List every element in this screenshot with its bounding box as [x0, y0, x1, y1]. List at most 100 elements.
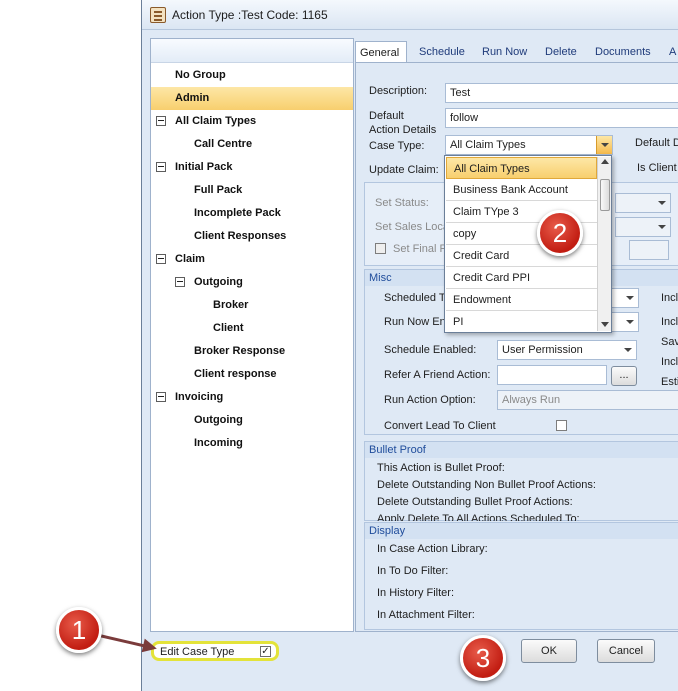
tree-item-client[interactable]: Client: [151, 317, 353, 340]
tree-item-label: Client response: [194, 368, 277, 380]
collapse-icon[interactable]: [156, 392, 166, 402]
chevron-down-icon[interactable]: [622, 313, 638, 331]
bullet-proof-title: Bullet Proof: [365, 442, 678, 458]
bullet-proof-item: Delete Outstanding Non Bullet Proof Acti…: [377, 479, 596, 491]
tab-more[interactable]: A: [665, 41, 678, 63]
scroll-up-icon[interactable]: [601, 159, 609, 164]
bullet-proof-group: Bullet Proof This Action is Bullet Proof…: [364, 441, 678, 521]
dropdown-scrollbar[interactable]: [597, 157, 611, 331]
dropdown-option[interactable]: Endowment: [446, 289, 597, 311]
edit-case-type-checkbox[interactable]: ✓: [260, 646, 271, 657]
scheduled-t-label: Scheduled T: [384, 292, 446, 304]
callout-badge-3: 3: [460, 635, 506, 681]
display-title: Display: [365, 523, 678, 539]
collapse-icon[interactable]: [156, 116, 166, 126]
tree-item-claim[interactable]: Claim: [151, 248, 353, 271]
misc-right-label-3: Sav: [661, 336, 678, 348]
tree-item-invoicing-outgoing[interactable]: Outgoing: [151, 409, 353, 432]
update-claim-label: Update Claim:: [369, 164, 439, 176]
browse-button[interactable]: ...: [611, 366, 637, 386]
run-action-option-select: Always Run: [497, 390, 678, 410]
display-item: In To Do Filter:: [377, 565, 449, 577]
tree-item-broker-response[interactable]: Broker Response: [151, 340, 353, 363]
dropdown-option[interactable]: All Claim Types: [446, 157, 597, 179]
convert-lead-checkbox[interactable]: [556, 420, 567, 431]
tree-item-label: No Group: [175, 69, 226, 81]
tree-item-label: Initial Pack: [175, 161, 233, 173]
tree-header: [151, 39, 353, 63]
tree-item-label: Broker: [213, 299, 249, 311]
run-action-option-label: Run Action Option:: [384, 394, 476, 406]
set-final-r-checkbox: [375, 243, 386, 254]
default-action-details-label: Default Action Details: [369, 110, 437, 136]
tab-run-now[interactable]: Run Now: [478, 41, 531, 63]
tree-item-label: Invoicing: [175, 391, 224, 403]
tree-item-outgoing[interactable]: Outgoing: [151, 271, 353, 294]
default-action-details-field[interactable]: follow: [445, 108, 678, 128]
dropdown-option[interactable]: PI: [446, 311, 597, 333]
misc-right-label-4: Incl: [661, 356, 678, 368]
tree-item-client-responses[interactable]: Client Responses: [151, 225, 353, 248]
collapse-icon[interactable]: [156, 254, 166, 264]
set-final-r-field: [629, 240, 669, 260]
callout-badge-2: 2: [537, 210, 583, 256]
tree-item-client-response[interactable]: Client response: [151, 363, 353, 386]
tab-delete[interactable]: Delete: [541, 41, 581, 63]
schedule-enabled-label: Schedule Enabled:: [384, 344, 477, 356]
chevron-down-icon: [654, 218, 670, 236]
tree-item-invoicing[interactable]: Invoicing: [151, 386, 353, 409]
display-item: In History Filter:: [377, 587, 455, 599]
set-status-label: Set Status:: [375, 197, 429, 209]
general-tab-content: Description: Test Default Action Details…: [355, 62, 678, 632]
tree-item-incomplete-pack[interactable]: Incomplete Pack: [151, 202, 353, 225]
schedule-enabled-value: User Permission: [502, 344, 583, 356]
dropdown-option[interactable]: Credit Card PPI: [446, 267, 597, 289]
edit-case-type-control[interactable]: Edit Case Type ✓: [151, 641, 279, 661]
case-type-select[interactable]: All Claim Types: [445, 135, 613, 155]
tree-item-label: Incoming: [194, 437, 243, 449]
cancel-button[interactable]: Cancel: [597, 639, 655, 663]
tree-item-admin[interactable]: Admin: [151, 87, 353, 110]
tree-item-no-group[interactable]: No Group: [151, 64, 353, 87]
tree-item-label: Claim: [175, 253, 205, 265]
title-bar: Action Type :Test Code: 1165: [142, 0, 678, 30]
bullet-proof-item: This Action is Bullet Proof:: [377, 462, 505, 474]
tree-item-full-pack[interactable]: Full Pack: [151, 179, 353, 202]
chevron-down-icon[interactable]: [622, 289, 638, 307]
run-now-en-label: Run Now En: [384, 316, 446, 328]
tab-schedule[interactable]: Schedule: [415, 41, 469, 63]
bullet-proof-item: Delete Outstanding Bullet Proof Actions:: [377, 496, 573, 508]
set-final-r-label: Set Final R: [393, 243, 448, 255]
is-client-label: Is Client: [637, 162, 677, 174]
display-group: Display In Case Action Library: In To Do…: [364, 522, 678, 630]
tree-item-label: Incomplete Pack: [194, 207, 281, 219]
tab-general[interactable]: General: [355, 41, 407, 63]
edit-case-type-label: Edit Case Type: [160, 646, 235, 658]
chevron-down-icon[interactable]: [620, 341, 636, 359]
tree-item-label: Outgoing: [194, 414, 243, 426]
tree-item-all-claim-types[interactable]: All Claim Types: [151, 110, 353, 133]
bullet-proof-item: Apply Delete To All Actions Scheduled To…: [377, 513, 580, 521]
collapse-icon[interactable]: [156, 162, 166, 172]
tree-item-label: Admin: [175, 92, 210, 104]
chevron-down-icon: [654, 194, 670, 212]
tree-item-incoming[interactable]: Incoming: [151, 432, 353, 455]
tab-documents[interactable]: Documents: [591, 41, 655, 63]
dropdown-option[interactable]: Business Bank Account: [446, 179, 597, 201]
tree-item-initial-pack[interactable]: Initial Pack: [151, 156, 353, 179]
scroll-down-icon[interactable]: [601, 322, 609, 327]
tree-item-label: Client: [213, 322, 244, 334]
description-field[interactable]: Test: [445, 83, 678, 103]
tree-item-label: Client Responses: [194, 230, 287, 242]
refer-friend-label: Refer A Friend Action:: [384, 369, 491, 381]
scroll-thumb[interactable]: [600, 179, 610, 211]
misc-right-label-2: Incl: [661, 316, 678, 328]
tree-item-call-centre[interactable]: Call Centre: [151, 133, 353, 156]
ok-button[interactable]: OK: [521, 639, 577, 663]
collapse-icon[interactable]: [175, 277, 185, 287]
tree-item-broker[interactable]: Broker: [151, 294, 353, 317]
schedule-enabled-select[interactable]: User Permission: [497, 340, 637, 360]
chevron-down-icon[interactable]: [596, 136, 612, 154]
refer-friend-field[interactable]: [497, 365, 607, 385]
tree-item-label: All Claim Types: [175, 115, 257, 127]
